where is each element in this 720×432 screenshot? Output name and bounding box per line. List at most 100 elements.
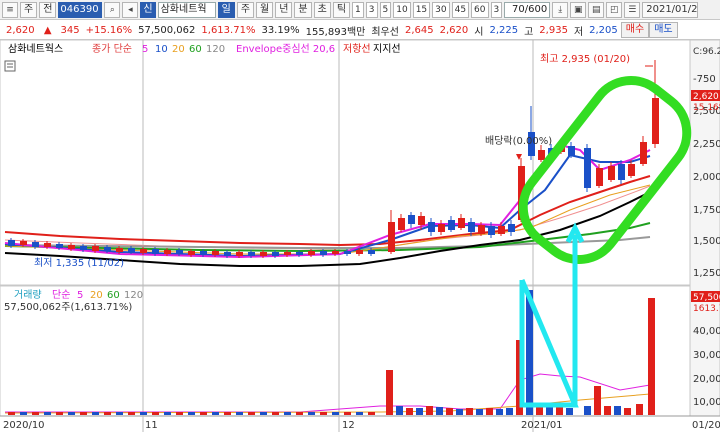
toolbar: ≡ 주 전 046390 ⌕ ◂ 신 삼화네트웍 일 주 월 년 분 초 틱 1… [0,0,720,20]
stock-name: 삼화네트웍 [157,1,216,18]
candle-body [408,215,415,224]
search-icon[interactable]: ⌕ [104,1,121,18]
candle-body [596,168,603,186]
all-selector[interactable]: 전 [39,1,57,18]
candle-body [308,251,315,255]
candle-body [272,252,279,256]
lock-icon[interactable]: ▣ [570,1,587,18]
candle-body [640,142,647,164]
period-minute[interactable]: 분 [294,1,312,18]
interval-3[interactable]: 3 [365,1,378,18]
period-day[interactable]: 일 [217,1,235,18]
last-price-pct: 15.16% [693,103,720,113]
interval-45[interactable]: 45 [451,1,470,18]
interval-1[interactable]: 1 [352,1,364,18]
candle-body [498,226,505,234]
candle-body [488,226,495,235]
menu-icon[interactable]: ≡ [2,1,18,18]
period-year[interactable]: 년 [275,1,293,18]
volume-bar [200,412,207,415]
volume-bar [224,412,231,415]
volume-bar [332,412,339,415]
candle-body [628,164,635,176]
candle-body [428,222,435,232]
date-input[interactable]: 2021/01/20 [642,1,699,18]
count-input[interactable]: 70/600 [504,1,551,18]
candle-body [418,216,425,225]
buy-button[interactable]: 매수 [620,22,650,38]
candle-body [652,98,659,144]
volume-bar [614,406,621,415]
volume-bar [80,412,87,415]
volume-bar [584,406,591,415]
save-icon[interactable]: ▤ [588,1,605,18]
period-second[interactable]: 초 [313,1,331,18]
candle-body [538,150,545,160]
period-week[interactable]: 주 [236,1,255,18]
volume-bar [248,412,255,415]
volume-bar [496,409,503,415]
volume-bar [406,408,413,415]
volume-bar [92,412,99,415]
legend-ma20: 20 [172,44,185,55]
interval-10[interactable]: 10 [393,1,411,18]
candle-body [176,250,183,254]
interval-15[interactable]: 15 [412,1,431,18]
bookmark-icon[interactable]: ◰ [606,1,623,18]
candle-body [608,166,615,180]
candle-body [448,220,455,230]
candle-body [468,222,475,232]
download-icon[interactable]: ⤓ [552,1,569,18]
candle-body [344,251,351,254]
volume-bar [416,408,423,415]
type-selector[interactable]: 주 [20,1,38,18]
high-price: 2,935 [539,24,568,36]
volume-bar [164,412,171,415]
candle-body [458,218,465,228]
interval-60[interactable]: 60 [471,1,489,18]
volume-bar [116,412,123,415]
volume-bar [386,370,393,415]
speaker-icon[interactable]: ◂ [122,1,139,18]
candle-body [92,246,99,251]
candle-body [116,248,123,252]
volume-bar [128,412,135,415]
sell-button[interactable]: 매도 [649,22,678,38]
candle-body [368,250,375,254]
candle-body [320,251,327,255]
date-label-oct: 2020/10 [3,420,45,431]
quote-bar: 2,620 ▲ 345 +15.16% 57,500,062 1,613.71%… [0,21,720,40]
candle-body [152,249,159,254]
volume-bar [566,408,573,415]
vol-tick-20000: 20,000 [693,374,720,385]
volume-bar [476,409,483,415]
candle-body [212,251,219,255]
candle-body [248,252,255,256]
interval-custom[interactable]: 3 [490,1,503,18]
volume-bar [466,408,473,415]
price-tick-1250: 1,250 [693,268,720,279]
legend-resistance: 저항선 [343,43,371,55]
candle-body [68,245,75,249]
stock-code-input[interactable]: 046390 [58,1,103,18]
prefer-label: 최우선 [371,26,399,38]
turnover-rate: 33.19% [261,24,300,36]
period-tick[interactable]: 틱 [332,1,351,18]
ask-price: 2,645 [404,24,434,36]
interval-30[interactable]: 30 [432,1,450,18]
volume-bar [188,412,195,415]
stock-chart[interactable]: 삼화네트웍스 종가 단순 5 10 20 60 120 Envelope중심선 … [0,40,720,432]
period-month[interactable]: 월 [256,1,274,18]
candle-body [80,246,87,250]
candle-body [296,252,303,255]
candle-body [332,251,339,254]
volume-legend-value: 57,500,062주(1,613.71%) [4,302,132,313]
list-icon[interactable]: ☰ [624,1,641,18]
legend-ma10: 10 [155,44,168,55]
interval-5[interactable]: 5 [379,1,392,18]
candle-body [200,251,207,255]
volume-bar [648,298,655,415]
candle-body [20,241,27,245]
volume-bar [396,406,403,415]
price-tick-2000: 2,000 [693,172,720,183]
